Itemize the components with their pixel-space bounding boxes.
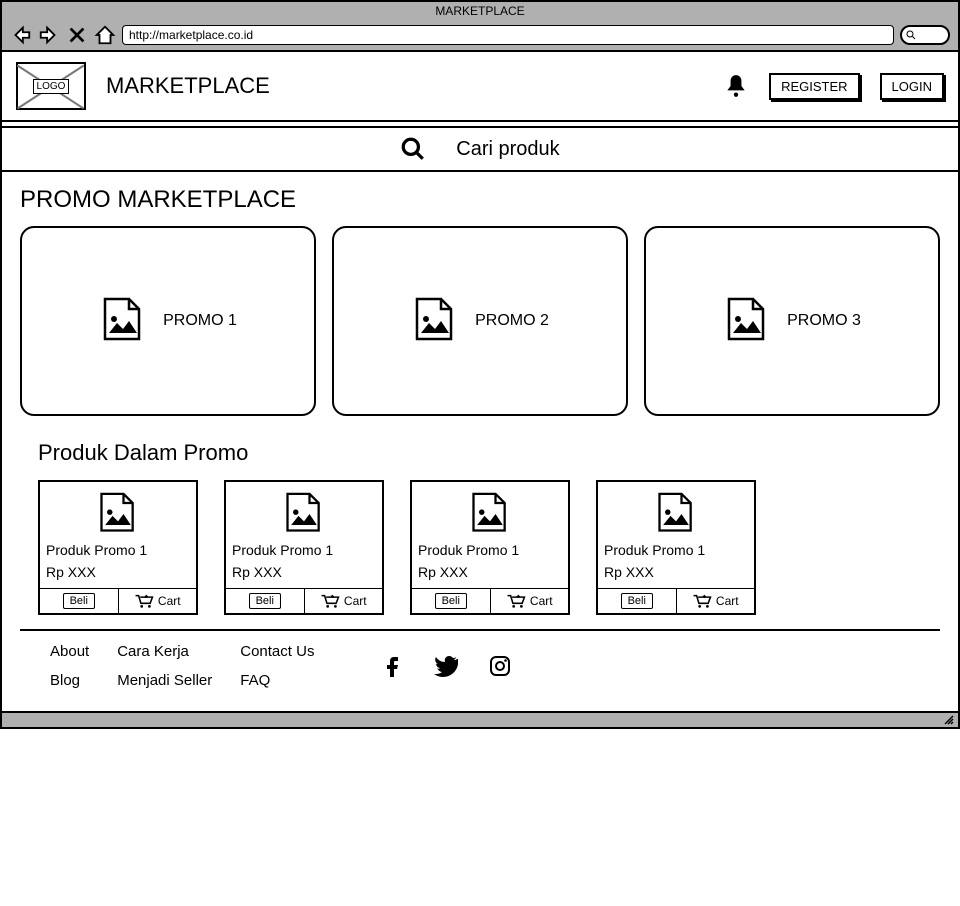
footer-link-menjadi-seller[interactable]: Menjadi Seller [117,672,212,689]
product-name: Produk Promo 1 [230,540,378,562]
image-file-icon [411,297,459,345]
products-section-title: Produk Dalam Promo [38,440,940,466]
add-to-cart-button[interactable]: Cart [491,589,569,613]
buy-button[interactable]: Beli [598,589,677,613]
browser-window-title: MARKETPLACE [2,2,958,20]
browser-search-pill[interactable] [900,25,950,45]
cart-icon [134,593,154,609]
footer-link-faq[interactable]: FAQ [240,672,314,689]
forward-icon[interactable] [38,24,60,46]
cart-icon [506,593,526,609]
brand-title: MARKETPLACE [106,73,270,99]
product-price: Rp XXX [44,562,192,588]
footer-link-about[interactable]: About [50,643,89,660]
promo-card-2[interactable]: PROMO 2 [332,226,628,416]
product-name: Produk Promo 1 [416,540,564,562]
add-to-cart-button[interactable]: Cart [677,589,755,613]
login-button[interactable]: LOGIN [880,73,944,100]
product-card[interactable]: Produk Promo 1 Rp XXX Beli Cart [410,480,570,615]
promo-card-3[interactable]: PROMO 3 [644,226,940,416]
image-file-icon [96,492,140,536]
cart-icon [320,593,340,609]
footer-link-cara-kerja[interactable]: Cara Kerja [117,643,212,660]
image-file-icon [468,492,512,536]
logo-placeholder: LOGO [16,62,86,110]
footer-link-contact-us[interactable]: Contact Us [240,643,314,660]
product-price: Rp XXX [230,562,378,588]
close-icon[interactable] [66,24,88,46]
promo-label: PROMO 1 [163,312,237,330]
product-price: Rp XXX [416,562,564,588]
search-bar[interactable]: Cari produk [2,128,958,172]
product-name: Produk Promo 1 [44,540,192,562]
promo-label: PROMO 2 [475,312,549,330]
promo-section-title: PROMO MARKETPLACE [20,186,940,214]
twitter-icon[interactable] [434,654,458,678]
back-icon[interactable] [10,24,32,46]
status-bar [0,713,960,729]
product-name: Produk Promo 1 [602,540,750,562]
url-input[interactable] [122,25,894,45]
footer-link-blog[interactable]: Blog [50,672,89,689]
promo-card-1[interactable]: PROMO 1 [20,226,316,416]
image-file-icon [99,297,147,345]
image-file-icon [654,492,698,536]
product-card[interactable]: Produk Promo 1 Rp XXX Beli Cart [596,480,756,615]
register-button[interactable]: REGISTER [769,73,859,100]
home-icon[interactable] [94,24,116,46]
promo-label: PROMO 3 [787,312,861,330]
logo-text: LOGO [33,79,70,94]
search-icon [400,136,426,162]
facebook-icon[interactable] [380,654,404,678]
magnifier-icon [905,29,917,41]
buy-button[interactable]: Beli [40,589,119,613]
resize-grip-icon[interactable] [944,715,954,725]
search-placeholder: Cari produk [456,138,559,161]
image-file-icon [723,297,771,345]
cart-icon [692,593,712,609]
product-price: Rp XXX [602,562,750,588]
buy-button[interactable]: Beli [412,589,491,613]
notification-bell-icon[interactable] [723,73,749,99]
add-to-cart-button[interactable]: Cart [119,589,197,613]
add-to-cart-button[interactable]: Cart [305,589,383,613]
image-file-icon [282,492,326,536]
instagram-icon[interactable] [488,654,512,678]
buy-button[interactable]: Beli [226,589,305,613]
product-card[interactable]: Produk Promo 1 Rp XXX Beli Cart [38,480,198,615]
product-card[interactable]: Produk Promo 1 Rp XXX Beli Cart [224,480,384,615]
